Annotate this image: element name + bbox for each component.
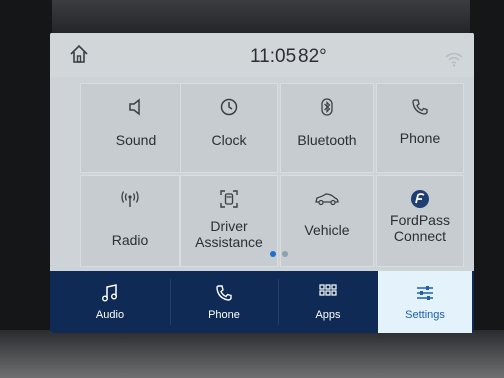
tile-bluetooth[interactable]: Bluetooth <box>280 83 374 173</box>
nav-apps[interactable]: Apps <box>278 271 378 333</box>
bezel-bottom <box>0 330 504 378</box>
touchscreen: 11:05 82° Sound Clock Bluetooth Phone Ra… <box>50 33 474 333</box>
bottom-nav-bar: Audio Phone Apps Settings <box>50 271 474 333</box>
sliders-icon <box>378 281 472 305</box>
bluetooth-icon <box>281 94 373 120</box>
phone-icon <box>377 94 463 120</box>
clock-icon <box>181 94 277 120</box>
tile-fordpass-label-line1: FordPass <box>390 212 450 228</box>
nav-apps-label: Apps <box>315 309 341 321</box>
music-note-icon <box>50 281 170 305</box>
tile-phone-label: Phone <box>399 130 441 146</box>
tile-driver-assistance-label-line1: Driver <box>210 218 248 234</box>
driver-assist-icon <box>181 186 277 212</box>
home-icon[interactable] <box>68 43 90 65</box>
tile-driver-assistance-label-line2: Assistance <box>195 234 263 250</box>
page-dot-inactive[interactable] <box>282 251 288 257</box>
tile-driver-assistance[interactable]: Driver Assistance <box>180 175 278 267</box>
antenna-icon <box>81 186 179 212</box>
bezel-right <box>470 0 504 378</box>
nav-audio-label: Audio <box>95 309 125 321</box>
tile-bluetooth-label: Bluetooth <box>297 132 357 148</box>
nav-settings[interactable]: Settings <box>378 271 472 333</box>
tile-sound[interactable]: Sound <box>80 83 192 173</box>
nav-audio[interactable]: Audio <box>50 271 170 333</box>
apps-grid-icon <box>278 281 378 305</box>
nav-settings-label: Settings <box>405 309 445 321</box>
page-dot-active[interactable] <box>270 251 276 257</box>
clock-time: 11:05 <box>250 46 297 67</box>
bezel-left <box>0 0 52 378</box>
speaker-icon <box>81 94 191 120</box>
fordpass-icon <box>377 186 463 212</box>
tile-fordpass-connect[interactable]: FordPass Connect <box>376 175 464 267</box>
nav-phone[interactable]: Phone <box>170 271 278 333</box>
tile-phone[interactable]: Phone <box>376 83 464 173</box>
tile-clock[interactable]: Clock <box>180 83 278 173</box>
outside-temperature: 82° <box>298 46 327 67</box>
page-indicator <box>268 251 298 259</box>
wifi-icon <box>445 51 463 67</box>
nav-phone-label: Phone <box>208 309 240 321</box>
phone-icon <box>170 281 278 305</box>
car-icon <box>281 186 373 212</box>
status-bar: 11:05 82° <box>50 33 474 77</box>
tile-clock-label: Clock <box>211 132 247 148</box>
tile-radio[interactable]: Radio <box>80 175 180 267</box>
tile-fordpass-label-line2: Connect <box>393 228 447 244</box>
tile-sound-label: Sound <box>115 132 157 148</box>
tile-vehicle-label: Vehicle <box>304 222 350 238</box>
tile-radio-label: Radio <box>111 232 149 248</box>
